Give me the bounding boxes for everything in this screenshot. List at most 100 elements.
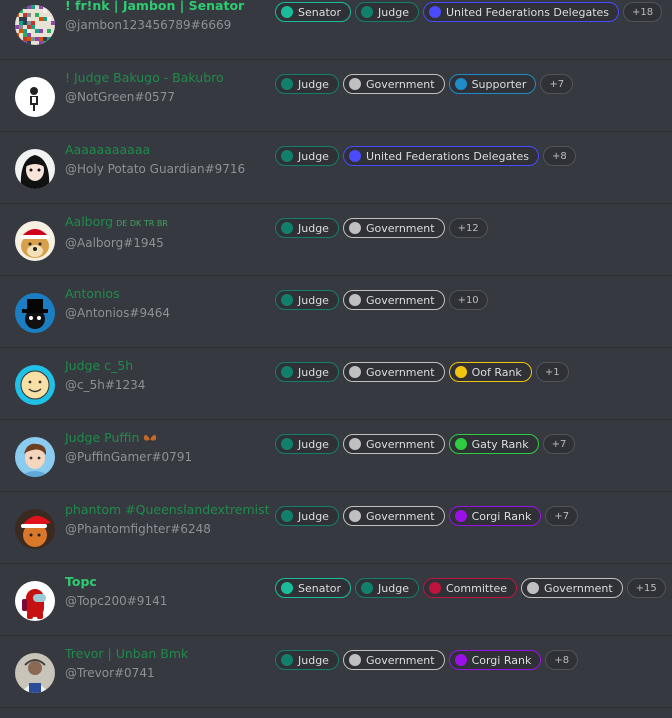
member-display-name[interactable]: ! fr!nk | Jambon | Senator [65,0,275,14]
member-row[interactable]: Topc @Topc200#9141 Senator Judge Committee Go… [0,565,672,636]
member-tag: @Phantomfighter#6248 [65,522,211,536]
member-tag: @c_5h#1234 [65,378,146,392]
doge-santa-avatar-icon[interactable] [15,221,55,261]
display-name-text[interactable]: Judge Puffin [65,430,139,445]
anime-character-avatar-icon[interactable] [15,149,55,189]
display-name-text[interactable]: phantom #Queenslandextremist [65,502,270,517]
role-pill[interactable]: Judge [275,650,339,670]
member-row[interactable]: Antonios @Antonios#9464 Judge Government +10 [0,277,672,348]
more-roles-button[interactable]: +1 [535,362,569,382]
more-roles-button[interactable]: +12 [448,218,488,238]
display-name-text[interactable]: ! Judge Bakugo - Bakubro [65,70,224,85]
member-display-name[interactable]: Trevor | Unban Bmk [65,646,275,662]
member-display-name[interactable]: Judge c_5h [65,358,275,374]
member-row[interactable]: Aalborg DE DK TR BR @Aalborg#1945 Judge Gove… [0,205,672,276]
member-row[interactable]: Judge c_5h @c_5h#1234 Judge Government Oof R… [0,349,672,420]
role-pill[interactable]: Judge [355,578,419,598]
role-pill[interactable]: Government [342,650,445,670]
role-pill[interactable]: Judge [355,2,419,22]
role-pill[interactable]: United Federations Delegates [342,146,539,166]
white-figure-avatar-icon[interactable] [15,77,55,117]
member-tag: @NotGreen#0577 [65,90,175,104]
member-display-name[interactable]: phantom #Queenslandextremist [65,502,275,518]
role-label: Corgi Rank [471,653,532,667]
display-name-text[interactable]: Topc [65,574,97,589]
member-names: Aalborg DE DK TR BR @Aalborg#1945 [65,214,275,251]
role-label: Senator [298,581,342,595]
role-pill[interactable]: Government [342,218,445,238]
role-label: United Federations Delegates [445,5,610,19]
role-color-dot-icon [428,6,441,18]
more-roles-button[interactable]: +8 [543,146,576,166]
display-name-text[interactable]: Aalborg [65,214,113,229]
more-roles-button[interactable]: +18 [623,2,663,22]
role-list: Judge Government +10 [275,290,488,312]
role-pill[interactable]: Government [342,362,445,382]
display-name-text[interactable]: ! fr!nk | Jambon | Senator [65,0,244,13]
more-roles-button[interactable]: +15 [626,578,666,598]
role-label: Committee [445,581,508,595]
red-crewmate-avatar-icon[interactable] [15,581,55,621]
role-pill[interactable]: Gaty Rank [448,434,539,454]
santa-hat-avatar-icon[interactable] [15,509,55,549]
member-row[interactable]: Trevor | Unban Bmk @Trevor#0741 Judge Gover… [0,637,672,708]
role-pill[interactable]: Senator [275,578,352,598]
smiley-face-avatar-icon[interactable] [15,365,55,405]
top-hat-avatar-icon[interactable] [15,293,55,333]
member-display-name[interactable]: Aaaaaaaaaaa [65,142,275,158]
role-pill[interactable]: Government [521,578,623,598]
role-pill[interactable]: Supporter [448,74,537,94]
role-pill[interactable]: Committee [422,578,518,598]
more-roles-button[interactable]: +8 [545,650,579,670]
role-pill[interactable]: Judge [275,218,339,238]
role-pill[interactable]: United Federations Delegates [422,2,620,22]
role-pill[interactable]: Government [342,434,445,454]
role-label: Judge [298,149,329,163]
more-roles-button[interactable]: +10 [448,290,488,310]
role-color-dot-icon [348,222,361,234]
role-color-dot-icon [348,438,361,450]
role-pill[interactable]: Judge [275,362,339,382]
role-pill[interactable]: Judge [275,434,339,454]
role-pill[interactable]: Oof Rank [448,362,532,382]
member-row[interactable]: Judge Puffin @PuffinGamer#0791 Judge Govern… [0,421,672,492]
display-name-text[interactable]: Aaaaaaaaaaa [65,142,150,157]
cartoon-boy-avatar-icon[interactable] [15,437,55,477]
member-display-name[interactable]: ! Judge Bakugo - Bakubro [65,70,275,86]
role-pill[interactable]: Government [342,74,445,94]
member-display-name[interactable]: Judge Puffin [65,430,275,446]
role-color-dot-icon [348,78,361,90]
member-row[interactable]: ! fr!nk | Jambon | Senator @jambon1234567… [0,0,672,60]
role-pill[interactable]: Senator [275,2,352,22]
display-name-text[interactable]: Judge c_5h [65,358,133,373]
member-display-name[interactable]: Aalborg DE DK TR BR [65,214,275,232]
role-pill[interactable]: Judge [275,290,339,310]
member-row[interactable]: phantom #Queenslandextremist @Phantomfigh… [0,493,672,564]
pixel-art-avatar-icon[interactable] [15,5,55,45]
role-label: United Federations Delegates [365,149,529,163]
display-name-text[interactable]: Trevor | Unban Bmk [65,646,188,661]
role-color-dot-icon [454,366,467,378]
role-color-dot-icon [281,582,293,594]
more-roles-button[interactable]: +7 [542,434,576,454]
member-display-name[interactable]: Antonios [65,286,275,302]
photo-avatar-icon[interactable] [15,653,55,693]
role-pill[interactable]: Judge [275,146,339,166]
role-color-dot-icon [281,6,293,18]
role-color-dot-icon [454,510,467,522]
more-roles-button[interactable]: +7 [540,74,574,94]
member-row[interactable]: Aaaaaaaaaaa @Holy Potato Guardian#9716 Jud… [0,133,672,204]
role-pill[interactable]: Corgi Rank [448,650,542,670]
member-display-name[interactable]: Topc [65,574,275,590]
role-list: Senator Judge United Federations Delegates… [275,2,663,24]
role-color-dot-icon [361,582,374,594]
more-roles-button[interactable]: +7 [545,506,579,526]
role-pill[interactable]: Judge [275,74,339,94]
member-row[interactable]: ! Judge Bakugo - Bakubro @NotGreen#0577 Ju… [0,61,672,132]
role-pill[interactable]: Government [342,290,445,310]
display-name-text[interactable]: Antonios [65,286,120,301]
role-pill[interactable]: Government [342,506,445,526]
role-label: Government [365,365,435,379]
role-pill[interactable]: Corgi Rank [448,506,542,526]
role-pill[interactable]: Judge [275,506,339,526]
